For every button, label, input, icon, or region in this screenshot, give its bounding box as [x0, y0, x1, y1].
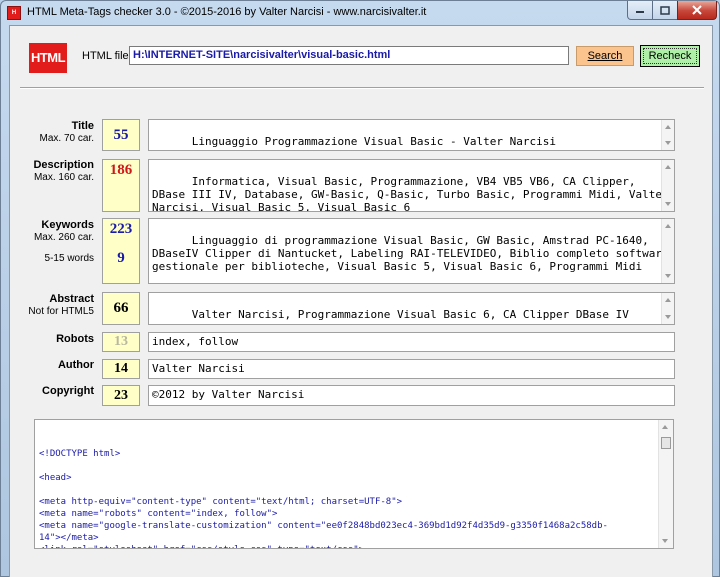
source-line: <meta name="google-translate-customizati…: [39, 521, 608, 531]
html-logo: HTML: [29, 43, 67, 73]
robots-count: 13: [102, 332, 140, 352]
main-panel: HTML HTML file: H:\INTERNET-SITE\narcisi…: [9, 25, 713, 577]
description-field[interactable]: Informatica, Visual Basic, Programmazion…: [148, 159, 675, 212]
title-value: Linguaggio Programmazione Visual Basic -…: [191, 135, 556, 148]
author-label: Author: [57, 359, 94, 371]
scroll-up-icon: [665, 125, 671, 129]
description-limit: Max. 160 car.: [33, 172, 94, 183]
title-label: Title: [71, 120, 94, 132]
minimize-icon: [636, 11, 644, 13]
close-button[interactable]: [677, 1, 717, 20]
source-line: <head>: [39, 473, 72, 483]
file-path-input[interactable]: H:\INTERNET-SITE\narcisivalter\visual-ba…: [129, 46, 569, 65]
source-line: <link rel="stylesheet" href="css/style.c…: [39, 544, 669, 548]
description-label: Description: [33, 159, 94, 171]
keywords-label: Keywords: [41, 219, 94, 231]
scroll-down-icon: [665, 141, 671, 145]
keywords-value: Linguaggio di programmazione Visual Basi…: [152, 234, 669, 273]
scroll-up-icon: [665, 165, 671, 169]
keywords-words-limit: 5-15 words: [44, 253, 94, 264]
source-line: [39, 460, 669, 472]
scroll-down-icon: [665, 315, 671, 319]
scroll-down-icon: [665, 202, 671, 206]
scroll-up-icon: [662, 425, 668, 429]
title-limit: Max. 70 car.: [39, 133, 94, 144]
source-line: <!DOCTYPE html>: [39, 449, 121, 459]
robots-label: Robots: [56, 333, 94, 345]
scroll-thumb[interactable]: [661, 437, 671, 449]
maximize-button[interactable]: [652, 1, 678, 20]
file-label: HTML file:: [82, 50, 132, 62]
app-window: H HTML Meta-Tags checker 3.0 - ©2015-201…: [0, 0, 720, 577]
copyright-label: Copyright: [42, 385, 94, 397]
robots-field[interactable]: index, follow: [148, 332, 675, 352]
keywords-word-count: 9: [117, 250, 125, 266]
source-lines: <!DOCTYPE html> <head> <meta http-equiv=…: [39, 448, 669, 548]
source-line: <meta http-equiv="content-type" content=…: [39, 497, 403, 507]
minimize-button[interactable]: [627, 1, 653, 20]
abstract-count: 66: [102, 292, 140, 325]
abstract-label: Abstract: [49, 293, 94, 305]
author-field[interactable]: Valter Narcisi: [148, 359, 675, 379]
description-scrollbar[interactable]: [661, 160, 674, 211]
source-line: <meta name="robots" content="index, foll…: [39, 509, 278, 519]
scroll-down-icon: [662, 539, 668, 543]
keywords-char-count: 223: [109, 221, 133, 237]
title-scrollbar[interactable]: [661, 120, 674, 150]
description-value: Informatica, Visual Basic, Programmazion…: [152, 175, 669, 212]
app-icon: H: [7, 6, 21, 20]
keywords-limit: Max. 260 car.: [33, 232, 94, 243]
scroll-up-icon: [665, 224, 671, 228]
source-scrollbar[interactable]: [658, 420, 673, 548]
title-bar: H HTML Meta-Tags checker 3.0 - ©2015-201…: [1, 1, 719, 25]
description-count: 186: [102, 159, 140, 212]
abstract-limit: Not for HTML5: [28, 306, 94, 317]
divider: [20, 87, 704, 89]
close-icon: [692, 5, 702, 15]
copyright-field[interactable]: ©2012 by Valter Narcisi: [148, 385, 675, 406]
abstract-field[interactable]: Valter Narcisi, Programmazione Visual Ba…: [148, 292, 675, 325]
scroll-down-icon: [665, 274, 671, 278]
title-count: 55: [102, 119, 140, 151]
abstract-value: Valter Narcisi, Programmazione Visual Ba…: [191, 308, 629, 321]
abstract-scrollbar[interactable]: [661, 293, 674, 324]
source-line: 14"></meta>: [39, 533, 99, 543]
keywords-field[interactable]: Linguaggio di programmazione Visual Basi…: [148, 218, 675, 284]
maximize-icon: [660, 5, 670, 15]
keywords-scrollbar[interactable]: [661, 219, 674, 283]
title-field[interactable]: Linguaggio Programmazione Visual Basic -…: [148, 119, 675, 151]
recheck-button[interactable]: Recheck: [640, 45, 700, 67]
copyright-count: 23: [102, 385, 140, 406]
window-title: HTML Meta-Tags checker 3.0 - ©2015-2016 …: [27, 6, 427, 18]
scroll-up-icon: [665, 298, 671, 302]
source-line: [39, 484, 669, 496]
search-button[interactable]: Search: [576, 46, 634, 66]
author-count: 14: [102, 359, 140, 379]
html-source-view[interactable]: <!DOCTYPE html> <head> <meta http-equiv=…: [34, 419, 674, 549]
keywords-count: 223 9: [102, 218, 140, 284]
